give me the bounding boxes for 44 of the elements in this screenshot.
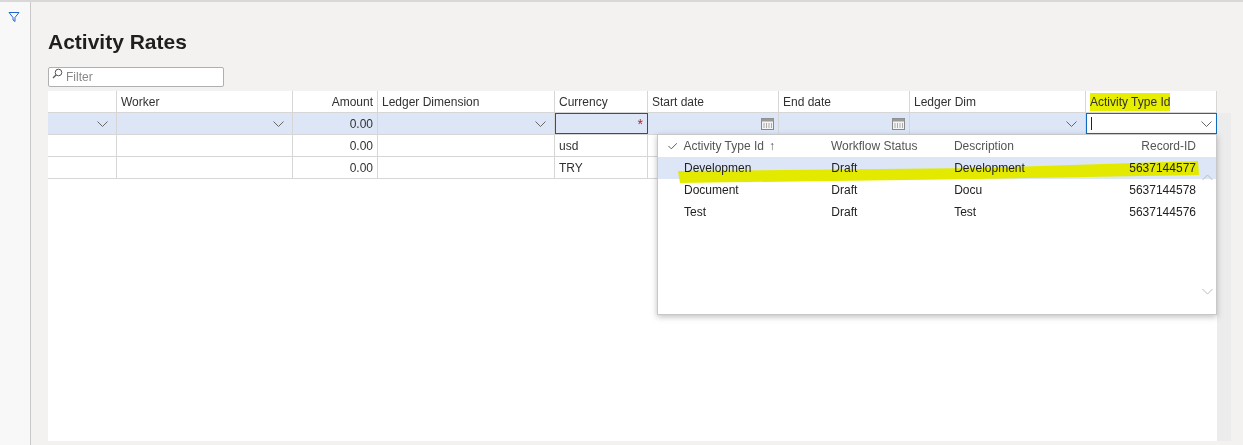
table-cell-text: usd <box>559 137 579 155</box>
filter-icon[interactable] <box>8 11 20 23</box>
column-header[interactable]: Currency <box>559 92 608 111</box>
table-cell-text: 0.00 <box>349 115 373 133</box>
column-header[interactable]: Start date <box>652 92 705 111</box>
currency-field[interactable]: * <box>555 113 648 134</box>
lookup-cell-text: Test <box>954 204 977 221</box>
column-header[interactable]: Amount <box>331 92 373 111</box>
column-header[interactable]: Workflow Status <box>830 137 918 155</box>
sort-indicator: ↑ <box>768 138 775 155</box>
column-header[interactable]: End date <box>783 92 832 111</box>
column-header[interactable]: Ledger Dim <box>914 92 977 111</box>
table-cell-text: 0.00 <box>349 137 373 155</box>
filter-field[interactable]: Filter <box>48 67 224 87</box>
lookup-row[interactable]: Document Draft Docu 5637144578 <box>658 179 1216 201</box>
lookup-cell-text: 5637144576 <box>1129 204 1196 221</box>
activity-type-field[interactable] <box>1086 113 1217 134</box>
lookup-cell-text: Docu <box>954 182 983 199</box>
lookup-cell-text: 5637144578 <box>1129 182 1196 199</box>
column-header[interactable]: Activity Type Id <box>1090 92 1171 111</box>
lookup-cell-text: 5637144577 <box>1129 160 1196 177</box>
caret-icon[interactable] <box>97 120 108 127</box>
lookup-cell-text: Draft <box>831 182 858 199</box>
check-icon[interactable] <box>668 142 678 150</box>
lookup-cell-text: Draft <box>831 204 858 221</box>
lookup-row[interactable]: Test Draft Test 5637144576 <box>658 201 1216 223</box>
page-title: Activity Rates <box>48 29 188 55</box>
table-cell-text: TRY <box>559 159 583 177</box>
column-header[interactable]: Ledger Dimension <box>382 92 480 111</box>
calendar-icon[interactable] <box>892 117 905 130</box>
caret-icon[interactable] <box>1066 120 1077 127</box>
column-header[interactable]: Description <box>953 137 1014 155</box>
lookup-cell-text: Test <box>684 204 706 221</box>
column-header[interactable]: Worker <box>121 92 160 111</box>
column-header[interactable]: Record-ID <box>1141 137 1196 155</box>
caret-icon[interactable] <box>535 120 546 127</box>
grid-row[interactable]: 0.00 * <box>48 113 1217 135</box>
table-cell-text: 0.00 <box>349 159 373 177</box>
column-header[interactable]: Activity Type Id <box>683 137 764 155</box>
search-icon <box>52 68 63 79</box>
calendar-icon[interactable] <box>761 117 774 130</box>
lookup-cell-text: Document <box>684 182 739 199</box>
caret-icon[interactable] <box>273 120 284 127</box>
caret-icon[interactable] <box>1201 120 1212 127</box>
